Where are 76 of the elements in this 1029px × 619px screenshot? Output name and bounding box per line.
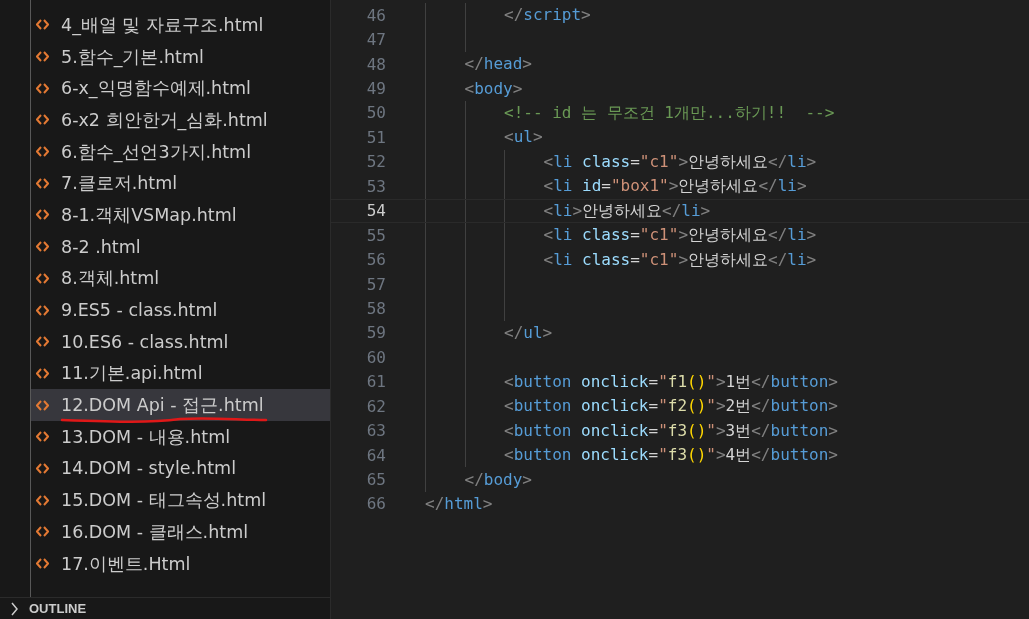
line-number: 56 [365, 250, 386, 270]
code-line: <li id="box1">안녕하세요</li> [543, 175, 807, 198]
file-item[interactable]: 8-1.객체VSMap.html [31, 199, 330, 231]
line-number: 46 [365, 5, 386, 25]
line-number: 66 [365, 494, 386, 514]
line-number: 57 [365, 274, 386, 294]
file-item[interactable]: 7.클로저.html [31, 167, 330, 200]
file-item[interactable]: 6-x_익명함수예제.html [31, 72, 330, 105]
code-icon [36, 336, 49, 348]
file-item[interactable]: 6.함수_선언3가지.html [31, 135, 330, 168]
code-icon [36, 431, 49, 443]
code-line: <button onclick="f2()">2번</button> [504, 395, 838, 418]
line-number: 47 [365, 30, 386, 50]
line-number: 63 [365, 421, 386, 441]
file-item[interactable]: 16.DOM - 클래스.html [31, 516, 330, 548]
file-item[interactable]: 12.DOM Api - 접근.html [31, 389, 330, 421]
line-number: 60 [365, 347, 386, 367]
code-icon [36, 177, 49, 189]
file-item[interactable]: 5.함수_기본.html [31, 40, 330, 73]
code-line: </ul> [504, 321, 553, 344]
code-icon [36, 558, 49, 570]
file-item[interactable]: 8-2 .html [31, 230, 330, 263]
line-number: 48 [365, 54, 386, 74]
line-number: 65 [365, 470, 386, 490]
code-line: <button onclick="f3()">3번</button> [504, 419, 838, 442]
code-icon [36, 272, 49, 284]
line-number: 53 [365, 176, 386, 196]
code-line: <li class="c1">안녕하세요</li> [543, 150, 817, 173]
line-number: 54 [365, 201, 386, 221]
line-number: 52 [365, 152, 386, 172]
code-line: <li class="c1">안녕하세요</li> [543, 224, 817, 247]
code-icon [36, 146, 49, 158]
code-icon [36, 114, 49, 126]
line-number: 51 [365, 127, 386, 147]
code-icon [36, 209, 49, 221]
file-item[interactable]: 9.ES5 - class.html [31, 294, 330, 326]
code-line: </script> [504, 4, 591, 27]
line-number: 55 [365, 225, 386, 245]
code-icon [36, 526, 49, 538]
code-icon [36, 367, 49, 379]
file-item[interactable]: 6-x2 희안한거_심화.html [31, 104, 330, 136]
code-line: <button onclick="f1()">1번</button> [504, 370, 838, 393]
code-line: </body> [464, 468, 532, 491]
file-item[interactable]: 14.DOM - style.html [31, 452, 330, 485]
code-icon [36, 304, 49, 316]
code-icon [36, 241, 49, 253]
file-item[interactable]: 8.객체.html [31, 262, 330, 295]
code-icon [36, 462, 49, 474]
outline-header[interactable]: OUTLINE [0, 597, 330, 619]
line-number: 61 [365, 372, 386, 392]
file-item[interactable]: 4_배열 및 자료구조.html [31, 9, 330, 41]
code-line: </head> [464, 53, 532, 76]
file-item[interactable]: 10.ES6 - class.html [31, 325, 330, 358]
line-number: 64 [365, 445, 386, 465]
line-number: 62 [365, 396, 386, 416]
code-line: <body> [464, 77, 523, 100]
line-number: 59 [365, 323, 386, 343]
code-line: <li>안녕하세요</li> [543, 199, 711, 222]
file-item[interactable]: 11.기본.api.html [31, 357, 330, 390]
code-icon [36, 51, 49, 63]
code-line: <li class="c1">안녕하세요</li> [543, 248, 817, 271]
code-icon [36, 494, 49, 506]
code-icon [36, 399, 49, 411]
code-icon [36, 82, 49, 94]
code-line: </html> [425, 492, 493, 515]
code-line: <!-- id 는 무조건 1개만...하기!! --> [504, 101, 835, 124]
line-number: 49 [365, 79, 386, 99]
file-item[interactable]: 17.이벤트.Html [31, 547, 330, 580]
code-icon [36, 19, 49, 31]
file-item[interactable]: 15.DOM - 태그속성.html [31, 484, 330, 516]
file-item[interactable]: 13.DOM - 내용.html [31, 420, 330, 453]
line-number: 50 [365, 103, 386, 123]
code-line: <button onclick="f3()">4번</button> [504, 444, 838, 467]
line-number: 58 [365, 298, 386, 318]
code-line: <ul> [504, 126, 543, 149]
chevron-icon [10, 601, 19, 616]
